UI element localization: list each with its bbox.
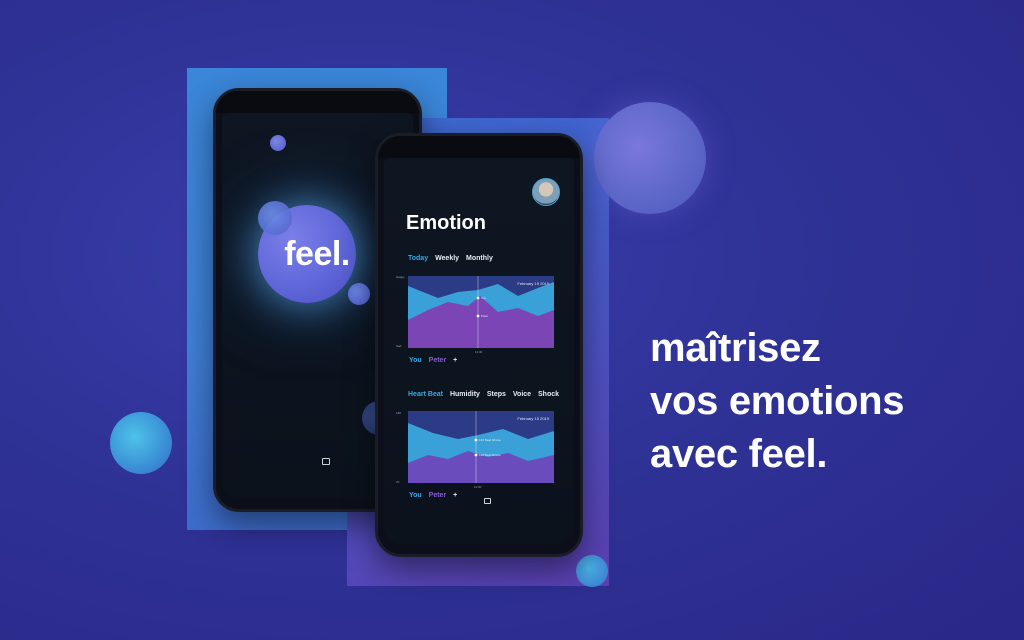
brand-logo: feel.	[284, 235, 350, 273]
y-axis-top-label: Happy	[396, 275, 405, 279]
tab-humidity[interactable]: Humidity	[450, 391, 480, 398]
chart-legend: You Peter +	[409, 492, 457, 499]
phone-notch	[378, 136, 580, 158]
decorative-bubble	[576, 555, 608, 587]
page-title: Emotion	[406, 212, 486, 234]
legend-peter[interactable]: Peter	[429, 357, 447, 364]
camera-icon[interactable]	[484, 498, 491, 504]
legend-you[interactable]: You	[409, 492, 422, 499]
decorative-bubble	[110, 412, 172, 474]
avatar[interactable]	[532, 178, 560, 206]
heart-beat-chart-plot	[408, 411, 554, 483]
point-label-peter: Peter	[481, 314, 489, 318]
splash-bubble	[348, 283, 370, 305]
add-person-button[interactable]: +	[453, 492, 457, 499]
heart-beat-chart[interactable]: February 15 2019 140 Beat Minute 110 Bea…	[408, 411, 554, 483]
add-person-button[interactable]: +	[453, 357, 457, 364]
chart-date: February 15 2019	[517, 281, 549, 286]
emotion-chart[interactable]: February 15 2019 You Peter	[408, 276, 554, 348]
emotion-chart-plot	[408, 276, 554, 348]
tab-steps[interactable]: Steps	[487, 391, 506, 398]
tagline-line: avec feel.	[650, 432, 828, 476]
tagline-line: maîtrisez	[650, 326, 821, 370]
tab-weekly[interactable]: Weekly	[435, 255, 459, 262]
tagline: maîtrisez vos emotions avec feel.	[650, 322, 905, 481]
chart-legend: You Peter +	[409, 357, 457, 364]
camera-icon[interactable]	[322, 458, 330, 465]
point-label-you: 140 Beat Minute	[479, 438, 501, 442]
legend-peter[interactable]: Peter	[429, 492, 447, 499]
tagline-line: vos emotions	[650, 379, 905, 423]
decorative-bubble	[594, 102, 706, 214]
period-tabs: Today Weekly Monthly	[408, 255, 498, 262]
chart-date: February 15 2019	[517, 416, 549, 421]
x-axis-marker-label: 11:30	[475, 350, 483, 354]
point-label-you: You	[481, 296, 487, 300]
splash-bubble	[258, 201, 292, 235]
tab-heart-beat[interactable]: Heart Beat	[408, 391, 443, 398]
point-label-peter: 110 Beat Minute	[479, 453, 501, 457]
phone-dashboard: Emotion Today Weekly Monthly Happy Sad F…	[375, 133, 583, 557]
legend-you[interactable]: You	[409, 357, 422, 364]
phone-notch	[216, 91, 419, 113]
dashboard-screen: Emotion Today Weekly Monthly Happy Sad F…	[384, 158, 574, 544]
tab-voice[interactable]: Voice	[513, 391, 531, 398]
y-axis-bottom-label: Sad	[396, 344, 402, 348]
tab-today[interactable]: Today	[408, 255, 428, 262]
y-axis-top-label: 180	[396, 411, 402, 415]
splash-bubble	[270, 135, 286, 151]
tab-shock[interactable]: Shock	[538, 391, 559, 398]
y-axis-bottom-label: 70	[396, 480, 400, 484]
x-axis-marker-label: 11:30	[474, 485, 482, 489]
tab-monthly[interactable]: Monthly	[466, 255, 493, 262]
metric-tabs: Heart Beat Humidity Steps Voice Shock	[408, 391, 564, 398]
